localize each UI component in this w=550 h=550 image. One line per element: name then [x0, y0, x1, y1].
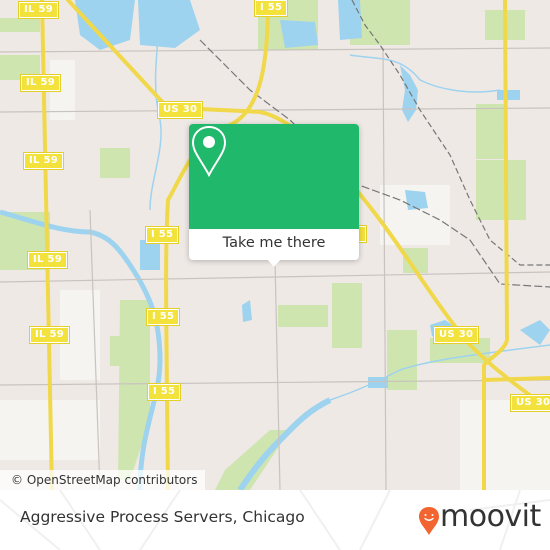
shield-us30-3: US 30: [509, 394, 550, 412]
moovit-pin-icon: [419, 507, 439, 535]
park: [0, 18, 40, 32]
take-me-there-button[interactable]: Take me there: [189, 229, 359, 260]
location-popup: Take me there: [189, 124, 359, 267]
place-name: Aggressive Process Servers, Chicago: [20, 508, 305, 526]
moovit-logo[interactable]: moovit: [418, 499, 548, 538]
park: [118, 300, 150, 480]
lake: [138, 0, 200, 48]
moovit-wordmark: moovit: [440, 499, 541, 534]
road: [382, 47, 387, 490]
road-east-west: [482, 376, 550, 382]
shield-i55-1: I 55: [253, 0, 289, 17]
lake: [400, 65, 418, 122]
shield-us30-1: US 30: [156, 101, 204, 119]
stream: [349, 54, 501, 93]
map-pin-icon: [191, 125, 227, 178]
map-view[interactable]: IL 59 IL 59 IL 59 IL 59 IL 59 I 55 I 55 …: [0, 0, 550, 490]
park: [476, 104, 506, 159]
lake: [140, 240, 160, 270]
park: [332, 283, 362, 348]
popup-pointer: [267, 259, 281, 267]
road: [0, 379, 550, 386]
shield-i55-4: I 55: [146, 383, 182, 401]
lake: [520, 320, 550, 345]
block: [460, 400, 550, 490]
park: [100, 148, 130, 178]
road: [274, 259, 281, 490]
lake: [338, 0, 362, 40]
shield-il59-2: IL 59: [20, 74, 61, 92]
map-attribution[interactable]: © OpenStreetMap contributors: [0, 470, 206, 490]
footer: Aggressive Process Servers, Chicago moov…: [0, 490, 550, 550]
lake: [242, 300, 252, 322]
shield-us30-2: US 30: [432, 326, 480, 344]
popup-header: [189, 124, 359, 229]
park: [476, 160, 526, 220]
lake: [280, 20, 318, 48]
shield-il59-5: IL 59: [29, 326, 70, 344]
shield-il59-3: IL 59: [23, 152, 64, 170]
lake: [405, 190, 428, 210]
lake: [497, 90, 520, 100]
shield-il59-1: IL 59: [18, 1, 59, 19]
shield-il59-4: IL 59: [27, 251, 68, 269]
shield-i55-2: I 55: [144, 226, 180, 244]
park: [278, 305, 328, 327]
shield-i55-3: I 55: [145, 308, 181, 326]
